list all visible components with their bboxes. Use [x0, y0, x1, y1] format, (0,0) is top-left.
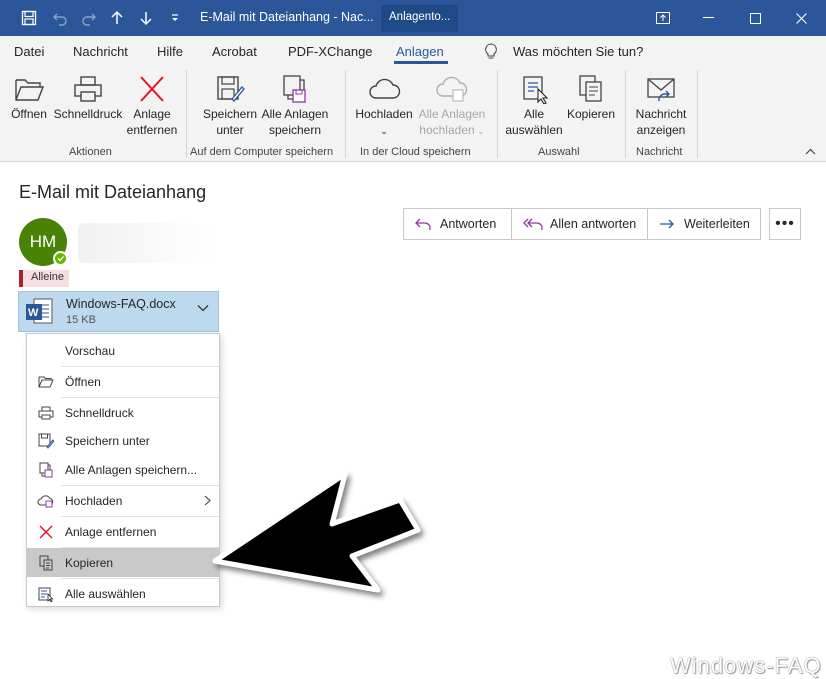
- arrow-shape: [212, 471, 421, 593]
- watermark: Windows-FAQ: [670, 653, 822, 678]
- annotation-arrow: [212, 471, 421, 593]
